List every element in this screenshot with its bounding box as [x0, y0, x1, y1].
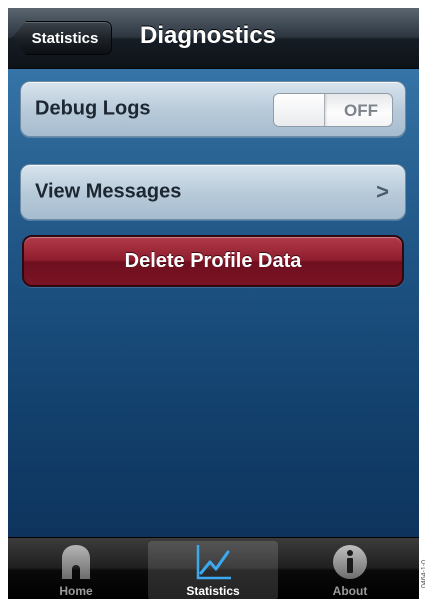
info-icon	[333, 545, 367, 579]
debug-logs-toggle[interactable]: OFF	[273, 93, 393, 127]
tab-statistics[interactable]: Statistics	[148, 541, 278, 599]
back-button-label: Statistics	[31, 29, 99, 47]
page-title: Diagnostics	[140, 22, 277, 49]
chart-icon	[196, 545, 231, 580]
back-button[interactable]: Statistics	[12, 21, 112, 55]
app-screen: Statistics Diagnostics Debug Logs OFF Vi…	[8, 8, 419, 599]
tab-home[interactable]: Home	[11, 541, 141, 599]
delete-button-label: Delete Profile Data	[124, 249, 302, 272]
view-messages-label: View Messages	[35, 180, 182, 203]
debug-logs-row: Debug Logs OFF	[20, 81, 406, 137]
view-messages-row[interactable]: View Messages >	[20, 164, 406, 220]
tab-home-label: Home	[59, 584, 93, 598]
delete-profile-data-button[interactable]: Delete Profile Data	[22, 235, 404, 287]
tab-statistics-label: Statistics	[186, 584, 240, 598]
figure-id-label: 0464-1-0	[421, 560, 425, 589]
navigation-bar: Statistics Diagnostics	[8, 8, 419, 69]
home-icon	[62, 545, 90, 579]
toggle-knob	[274, 94, 325, 126]
tab-about-label: About	[332, 584, 368, 598]
toggle-state-label: OFF	[344, 101, 378, 120]
tab-about[interactable]: About	[285, 541, 415, 599]
chevron-right-icon: >	[376, 179, 389, 204]
tab-bar: Home Statistics About	[8, 537, 419, 599]
debug-logs-label: Debug Logs	[35, 97, 151, 120]
